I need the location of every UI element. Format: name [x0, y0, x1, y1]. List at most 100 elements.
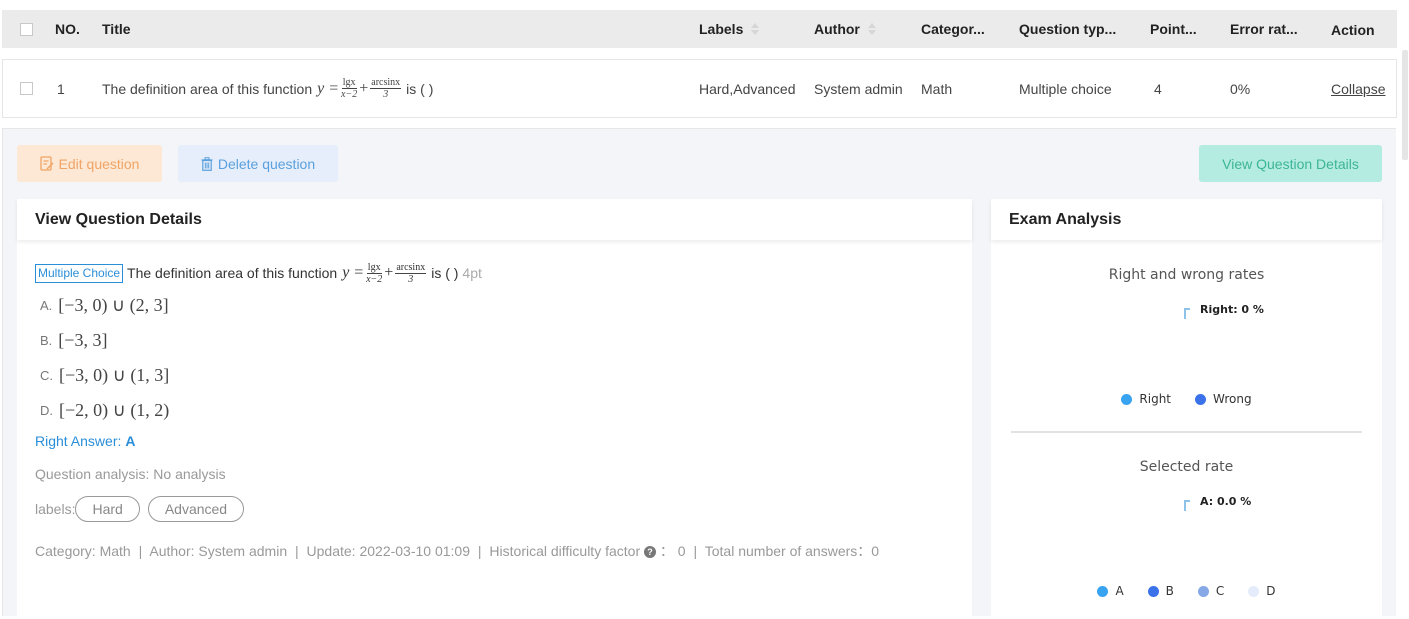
chart-legend: A B C D: [991, 584, 1382, 598]
meta-update: Update: 2022-03-10 01:09: [306, 543, 470, 559]
vertical-scrollbar[interactable]: [1402, 50, 1408, 160]
row-author: System admin: [814, 80, 903, 97]
header-author[interactable]: Author: [814, 10, 876, 48]
formula-plus: +: [359, 79, 369, 97]
help-icon[interactable]: ?: [644, 546, 656, 559]
right-answer: Right Answer: A: [35, 433, 972, 449]
exam-analysis-heading: Exam Analysis: [991, 199, 1382, 240]
row-title-text: The definition area of this function: [102, 80, 313, 97]
sort-icon[interactable]: [751, 22, 760, 36]
legend-dot-icon: [1147, 585, 1159, 597]
edit-question-label: Edit question: [58, 155, 140, 172]
chart-legend: Right Wrong: [991, 392, 1382, 406]
row-category: Math: [921, 80, 953, 97]
legend-label: B: [1165, 584, 1174, 598]
legend-item-c[interactable]: C: [1197, 584, 1225, 598]
row-checkbox-cell[interactable]: [20, 60, 33, 117]
formula-plus: +: [384, 264, 394, 281]
formula-fraction-2: arcsinx 3: [370, 77, 402, 100]
legend-dot-icon: [1195, 393, 1207, 405]
right-answer-value: A: [125, 433, 136, 449]
tag-hard: Hard: [75, 496, 140, 522]
header-action: Action: [1331, 22, 1375, 38]
delete-question-button[interactable]: Delete question: [178, 145, 338, 182]
option-letter: C.: [40, 368, 53, 383]
expanded-row-content: Edit question Delete question View Quest…: [2, 128, 1396, 619]
row-points: 4: [1154, 80, 1162, 97]
select-all-checkbox-cell[interactable]: [20, 10, 33, 48]
question-body: Multiple Choice The definition area of t…: [35, 261, 972, 561]
legend-item-wrong[interactable]: Wrong: [1195, 392, 1252, 406]
fraction-numerator: arcsinx: [370, 77, 402, 89]
meta-author: Author: System admin: [149, 543, 288, 559]
collapse-link[interactable]: Collapse: [1331, 60, 1385, 117]
legend-label: Right: [1139, 392, 1172, 406]
chart-tooltip: Right: 0 %: [1200, 303, 1264, 316]
row-title-suffix: is ( ): [406, 80, 434, 97]
legend-dot-icon: [1248, 585, 1260, 597]
meta-category: Category: Math: [35, 543, 131, 559]
header-author-text: Author: [814, 21, 860, 37]
chart-title: Right and wrong rates: [1108, 267, 1265, 283]
delete-question-label: Delete question: [217, 155, 316, 172]
header-error-rate: Error rat...: [1230, 21, 1298, 37]
table-row: 1 The definition area of this function y…: [2, 59, 1397, 118]
formula-lhs: y =: [317, 79, 340, 97]
legend-dot-icon: [1121, 393, 1133, 405]
select-all-checkbox[interactable]: [20, 22, 33, 36]
sort-icon[interactable]: [867, 22, 876, 36]
fraction-numerator: arcsinx: [395, 261, 427, 274]
trash-icon: [201, 156, 213, 171]
fraction-numerator: lgx: [341, 77, 357, 89]
fraction-denominator: 3: [408, 273, 414, 285]
legend-item-d[interactable]: D: [1248, 584, 1276, 598]
question-points: 4pt: [462, 265, 482, 281]
row-labels: Hard,Advanced: [699, 80, 796, 97]
tag-advanced: Advanced: [147, 496, 245, 522]
chart-tooltip: A: 0.0 %: [1200, 495, 1252, 508]
chart-divider: [1011, 431, 1362, 433]
fraction-denominator: 3: [383, 89, 389, 100]
question-type-badge: Multiple Choice: [35, 263, 124, 283]
question-details-heading: View Question Details: [17, 199, 972, 240]
header-category: Categor...: [921, 21, 985, 37]
labels-row: labels: Hard Advanced: [35, 496, 972, 522]
meta-difficulty-value: ： 0: [659, 543, 686, 559]
fraction-denominator: x−2: [366, 273, 383, 285]
legend-label: Wrong: [1213, 392, 1252, 406]
table-header: NO. Title Labels Author Categor... Quest…: [2, 10, 1397, 48]
formula-lhs: y =: [342, 264, 365, 281]
chart-title: Selected rate: [1139, 459, 1234, 475]
meta-separator: |: [138, 543, 143, 559]
option-letter: A.: [40, 298, 53, 313]
labels-caption: labels:: [35, 501, 76, 517]
legend-label: C: [1215, 584, 1225, 598]
meta-separator: |: [295, 543, 299, 559]
legend-dot-icon: [1197, 585, 1209, 597]
question-suffix: is ( ): [431, 265, 459, 281]
edit-question-button[interactable]: Edit question: [17, 145, 162, 182]
legend-item-right[interactable]: Right: [1121, 392, 1171, 406]
question-text: The definition area of this function: [127, 265, 338, 281]
question-meta: Category: Math | Author: System admin | …: [35, 541, 972, 561]
legend-item-a[interactable]: A: [1097, 584, 1124, 598]
option-value: [−3, 0) ∪ (2, 3]: [58, 295, 169, 315]
header-labels-text: Labels: [699, 21, 744, 37]
header-labels[interactable]: Labels: [699, 10, 760, 48]
option-list: A. [−3, 0) ∪ (2, 3] B. [−3, 3] C. [−3, 0) ∪…: [35, 288, 972, 428]
row-question-type: Multiple choice: [1019, 80, 1112, 97]
option-letter: D.: [40, 403, 53, 418]
option-value: [−3, 0) ∪ (1, 3]: [59, 365, 170, 385]
edit-icon: [39, 156, 54, 171]
legend-label: D: [1266, 584, 1276, 598]
row-checkbox[interactable]: [20, 82, 33, 95]
header-title: Title: [102, 21, 131, 37]
formula-fraction-1: lgx x−2: [341, 77, 357, 100]
view-question-details-button[interactable]: View Question Details: [1199, 145, 1382, 182]
fraction-denominator: x−2: [341, 89, 358, 100]
legend-item-b[interactable]: B: [1147, 584, 1174, 598]
formula-fraction-2: arcsinx 3: [395, 261, 427, 285]
row-no: 1: [57, 80, 65, 97]
option-value: [−2, 0) ∪ (1, 2): [59, 400, 170, 420]
tooltip-pointer-icon: [1184, 308, 1190, 319]
